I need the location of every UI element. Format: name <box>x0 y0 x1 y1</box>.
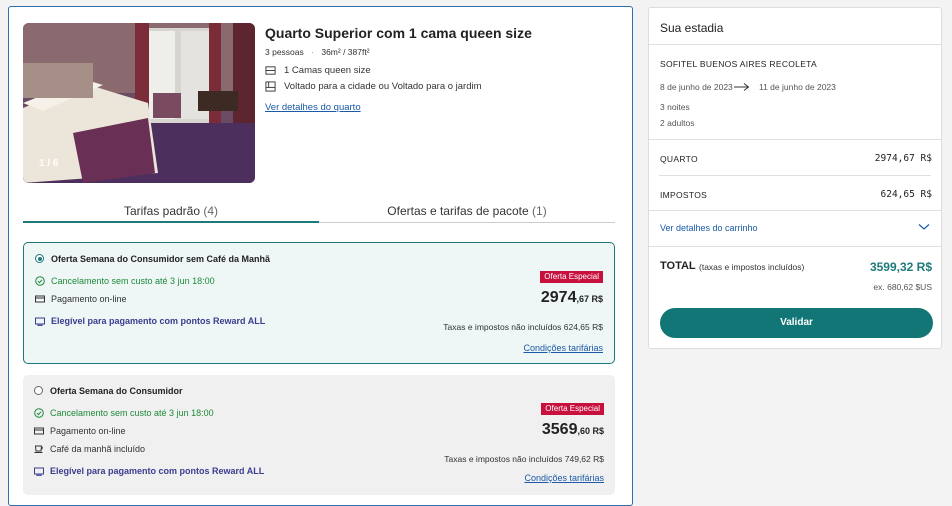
coffee-cup-icon <box>34 445 43 453</box>
reward-text: Elegível para pagamento com pontos Rewar… <box>51 316 266 326</box>
photo-counter: 1 / 6 <box>39 158 59 169</box>
tab-divider <box>319 222 615 223</box>
payment-text: Pagamento on-line <box>51 294 127 304</box>
rate-offer-card[interactable]: Oferta Semana do Consumidor sem Café da … <box>23 242 615 364</box>
room-cost-value: 2974,67 R$ <box>874 153 932 164</box>
active-tab-indicator <box>23 221 319 223</box>
cart-details-link[interactable]: Ver detalhes do carrinho <box>660 223 758 233</box>
reward-info: Elegível para pagamento com pontos Rewar… <box>34 466 264 476</box>
room-details-link[interactable]: Ver detalhes do quarto <box>265 102 361 113</box>
nights-count: 3 noites <box>660 102 690 112</box>
rate-offer-card[interactable]: Oferta Semana do Consumidor Cancelamento… <box>23 375 615 495</box>
reward-text: Elegível para pagamento com pontos Rewar… <box>50 466 265 476</box>
room-title: Quarto Superior com 1 cama queen size <box>265 25 532 41</box>
room-feature-view: Voltado para a cidade ou Voltado para o … <box>265 81 482 92</box>
room-subtitle: 3 pessoas · 36m² / 387ft² <box>265 47 370 57</box>
cancellation-info: Cancelamento sem custo até 3 jun 18:00 <box>35 276 215 286</box>
room-feature-bed: 1 Camas queen size <box>265 65 371 76</box>
check-circle-icon <box>34 408 44 418</box>
check-circle-icon <box>35 276 45 286</box>
price-main: 3569 <box>541 421 578 438</box>
special-offer-badge: Oferta Especial <box>540 271 603 283</box>
stay-summary-panel: Sua estadia SOFITEL BUENOS AIRES RECOLET… <box>648 7 942 349</box>
payment-info: Pagamento on-line <box>35 294 127 304</box>
tab-standard-rates[interactable]: Tarifas padrão (4) <box>23 204 319 218</box>
offer-name: Oferta Semana do Consumidor sem Café da … <box>51 254 271 264</box>
tab-count: (1) <box>532 204 547 218</box>
hotel-name: SOFITEL BUENOS AIRES RECOLETA <box>660 59 818 69</box>
cancellation-text: Cancelamento sem custo até 3 jun 18:00 <box>51 276 215 286</box>
summary-title: Sua estadia <box>660 21 724 35</box>
bed-icon <box>265 66 276 75</box>
total-value: 3599,32 R$ <box>869 260 932 274</box>
tab-label: Ofertas e tarifas de pacote <box>387 204 529 218</box>
room-photo[interactable]: 1 / 6 <box>23 23 255 183</box>
room-size: 36m² / 387ft² <box>321 47 370 57</box>
room-occupancy: 3 pessoas <box>265 47 304 57</box>
rate-conditions-link[interactable]: Condições tarifárias <box>524 473 604 483</box>
checkout-date: 11 de junho de 2023 <box>759 82 836 92</box>
tab-package-offers[interactable]: Ofertas e tarifas de pacote (1) <box>319 204 615 218</box>
cancellation-text: Cancelamento sem custo até 3 jun 18:00 <box>50 408 214 418</box>
room-card: 1 / 6 Quarto Superior com 1 cama queen s… <box>8 6 633 506</box>
taxes-note: Taxas e impostos não incluídos 749,62 R$ <box>444 454 604 464</box>
tab-count: (4) <box>203 204 219 218</box>
price-main: 2974 <box>540 289 577 306</box>
breakfast-info: Café da manhã incluído <box>34 444 145 454</box>
credit-card-icon <box>34 427 44 435</box>
total-label: TOTAL <box>660 260 696 272</box>
divider <box>649 139 941 140</box>
reward-info: Elegível para pagamento com pontos Rewar… <box>35 316 265 326</box>
divider <box>649 210 941 211</box>
rate-conditions-link[interactable]: Condições tarifárias <box>523 343 603 353</box>
divider <box>659 175 931 176</box>
tab-label: Tarifas padrão <box>123 204 201 218</box>
reward-card-icon <box>35 317 45 326</box>
feature-label: Voltado para a cidade ou Voltado para o … <box>284 81 482 92</box>
divider <box>649 246 941 247</box>
arrow-right-icon <box>734 83 750 91</box>
offer-name: Oferta Semana do Consumidor <box>50 386 183 396</box>
separator-dot: · <box>311 47 314 57</box>
price-decimal: ,67 R$ <box>576 294 603 304</box>
payment-info: Pagamento on-line <box>34 426 126 436</box>
checkin-date: 8 de junho de 2023 <box>660 82 733 92</box>
breakfast-text: Café da manhã incluído <box>50 444 146 454</box>
room-cost-label: QUARTO <box>660 154 698 164</box>
tax-value: 624,65 R$ <box>880 189 932 200</box>
tax-label: IMPOSTOS <box>660 190 708 200</box>
total-note: (taxas e impostos incluídos) <box>699 262 805 272</box>
offer-price: 3569,60 R$ <box>542 421 604 439</box>
offer-price: 2974,67 R$ <box>541 289 603 307</box>
divider <box>649 44 941 45</box>
reward-card-icon <box>34 467 44 476</box>
feature-label: 1 Camas queen size <box>284 65 371 76</box>
chevron-down-icon[interactable] <box>918 223 930 231</box>
special-offer-badge: Oferta Especial <box>541 403 604 415</box>
rate-radio-selected[interactable] <box>35 254 44 263</box>
credit-card-icon <box>35 295 45 303</box>
window-view-icon <box>265 81 276 92</box>
payment-text: Pagamento on-line <box>50 426 126 436</box>
adults-count: 2 adultos <box>660 118 695 128</box>
total-usd-estimate: ex. 680,62 $US <box>873 282 932 292</box>
cancellation-info: Cancelamento sem custo até 3 jun 18:00 <box>34 408 214 418</box>
price-decimal: ,60 R$ <box>577 426 604 436</box>
validate-button[interactable]: Validar <box>660 308 933 338</box>
taxes-note: Taxas e impostos não incluídos 624,65 R$ <box>443 322 603 332</box>
rate-radio[interactable] <box>34 386 43 395</box>
